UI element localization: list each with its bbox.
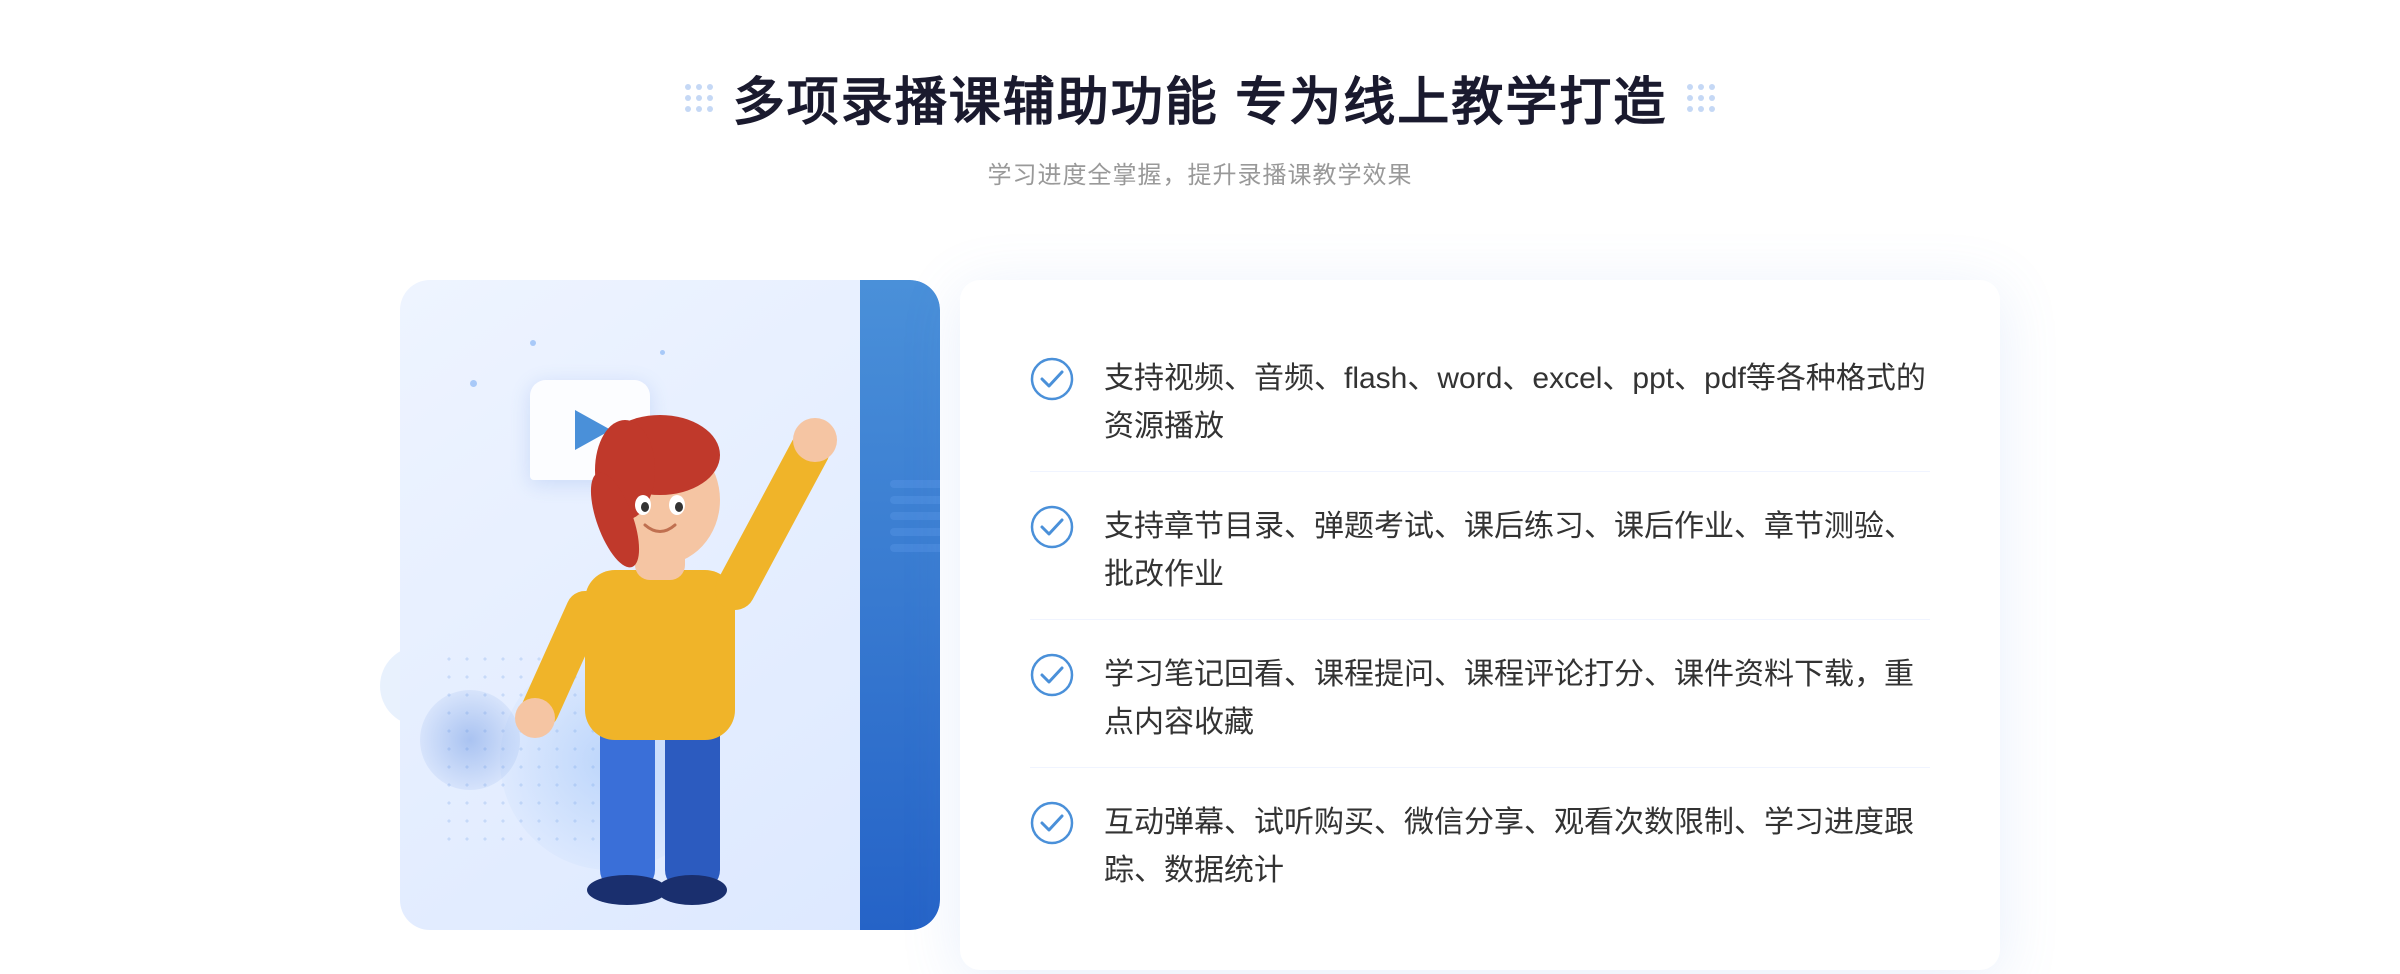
feature-text-2: 支持章节目录、弹题考试、课后练习、课后作业、章节测验、批改作业 bbox=[1104, 503, 1930, 599]
content-area: » bbox=[400, 250, 2000, 970]
blue-bar bbox=[860, 280, 940, 930]
person-figure bbox=[480, 370, 840, 930]
feature-text-3: 学习笔记回看、课程提问、课程评论打分、课件资料下载，重点内容收藏 bbox=[1104, 651, 1930, 747]
check-icon-1 bbox=[1030, 357, 1074, 401]
header-title-row: 多项录播课辅助功能 专为线上教学打造 bbox=[685, 60, 1715, 135]
header-dots-right bbox=[1687, 84, 1715, 112]
feature-text-4: 互动弹幕、试听购买、微信分享、观看次数限制、学习进度跟踪、数据统计 bbox=[1104, 799, 1930, 895]
illustration-card bbox=[400, 280, 940, 930]
features-card: 支持视频、音频、flash、word、excel、ppt、pdf等各种格式的资源… bbox=[960, 280, 2000, 970]
feature-item-2: 支持章节目录、弹题考试、课后练习、课后作业、章节测验、批改作业 bbox=[1030, 483, 1930, 620]
feature-text-1: 支持视频、音频、flash、word、excel、ppt、pdf等各种格式的资源… bbox=[1104, 355, 1930, 451]
feature-item-1: 支持视频、音频、flash、word、excel、ppt、pdf等各种格式的资源… bbox=[1030, 335, 1930, 472]
header-section: 多项录播课辅助功能 专为线上教学打造 学习进度全掌握，提升录播课教学效果 bbox=[685, 60, 1715, 190]
check-icon-3 bbox=[1030, 653, 1074, 697]
feature-item-4: 互动弹幕、试听购买、微信分享、观看次数限制、学习进度跟踪、数据统计 bbox=[1030, 779, 1930, 915]
feature-item-3: 学习笔记回看、课程提问、课程评论打分、课件资料下载，重点内容收藏 bbox=[1030, 631, 1930, 768]
check-icon-4 bbox=[1030, 801, 1074, 845]
main-title: 多项录播课辅助功能 专为线上教学打造 bbox=[733, 60, 1667, 135]
page-wrapper: 多项录播课辅助功能 专为线上教学打造 学习进度全掌握，提升录播课教学效果 » bbox=[0, 0, 2400, 974]
illustration-area bbox=[400, 250, 980, 970]
check-icon-2 bbox=[1030, 505, 1074, 549]
subtitle: 学习进度全掌握，提升录播课教学效果 bbox=[685, 155, 1715, 190]
header-dots-left bbox=[685, 84, 713, 112]
stripe-deco bbox=[890, 480, 940, 600]
